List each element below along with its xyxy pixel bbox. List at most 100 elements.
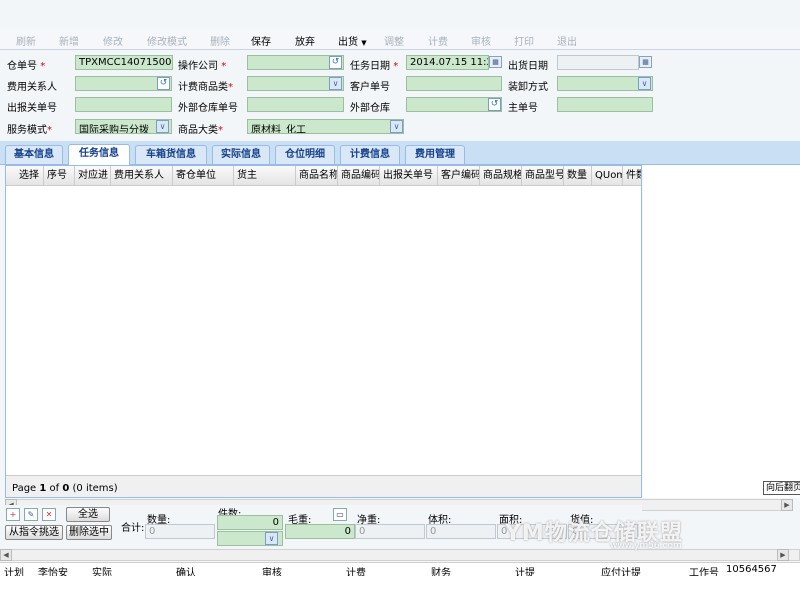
scroll-right-icon[interactable]: ▶	[781, 499, 793, 511]
ext-warehouse-label: 外部仓库	[350, 103, 390, 114]
customer-no-label: 客户单号	[350, 82, 390, 93]
weight-calc-icon[interactable]: ▭	[333, 508, 347, 521]
chevron-down-icon[interactable]: ∨	[638, 77, 651, 90]
tab-vehicle-cargo-info[interactable]: 车箱货信息	[135, 145, 207, 164]
goods-category-select[interactable]: 原材料_化工	[247, 119, 404, 134]
column-header[interactable]: 寄仓单位	[173, 166, 234, 186]
discard-button[interactable]: 放弃	[295, 33, 315, 48]
pager-of: of	[46, 483, 63, 494]
tab-actual-info[interactable]: 实际信息	[212, 145, 270, 164]
master-no-label: 主单号	[508, 103, 538, 114]
column-header[interactable]: 商品名称	[296, 166, 338, 186]
load-method-label: 装卸方式	[508, 82, 548, 93]
select-all-button[interactable]: 全选	[66, 507, 110, 522]
print-button[interactable]: 打印	[514, 33, 534, 48]
goods-category-label: 商品大类*	[178, 125, 223, 136]
column-header[interactable]: QUom	[592, 166, 623, 186]
exit-button[interactable]: 退出	[557, 33, 577, 48]
edit-button[interactable]: 修改	[103, 33, 123, 48]
ship-button[interactable]: 出货 ▼	[338, 33, 367, 48]
delete-button[interactable]: 删除	[210, 33, 230, 48]
lookup-icon[interactable]: ↺	[157, 77, 170, 90]
column-header[interactable]: 选择	[16, 166, 44, 186]
task-date-label: 任务日期 *	[350, 61, 399, 72]
service-mode-label: 服务模式*	[7, 125, 52, 136]
delete-row-icon[interactable]: ✕	[42, 508, 56, 521]
total-label: 合计:	[121, 523, 145, 534]
add-row-icon[interactable]: +	[6, 508, 20, 521]
tab-billing-info[interactable]: 计费信息	[340, 145, 400, 164]
right-pane	[643, 165, 800, 498]
column-header[interactable]: 货主	[234, 166, 296, 186]
next-page-tooltip: 向后翻页	[763, 481, 800, 495]
column-header[interactable]: 商品型号	[522, 166, 564, 186]
save-button[interactable]: 保存	[251, 33, 271, 48]
billing-button[interactable]: 计费	[428, 33, 448, 48]
customer-no-field[interactable]	[406, 76, 502, 91]
edit-row-icon[interactable]: ✎	[24, 508, 38, 521]
volume-field[interactable]: 0	[426, 524, 496, 539]
grid-header: 选择 序号 对应进 费用关系人 寄仓单位 货主 商品名称 商品编码 出报关单号 …	[6, 166, 641, 186]
chevron-down-icon[interactable]: ∨	[156, 120, 169, 133]
chevron-down-icon: ▼	[361, 39, 367, 47]
tab-location-detail[interactable]: 仓位明细	[275, 145, 335, 164]
app-frame: 刷新 新增 修改 修改模式 删除 保存 放弃 出货 ▼ 调整 计费 审核 打印 …	[0, 0, 800, 600]
tab-fee-management[interactable]: 费用管理	[405, 145, 465, 164]
task-date-field[interactable]: 2014.07.15 11:25	[406, 55, 489, 70]
scroll-right-icon[interactable]: ▶	[777, 549, 789, 561]
column-header[interactable]: 费用关系人	[111, 166, 173, 186]
ext-warehouse-no-label: 外部仓库单号	[178, 103, 238, 114]
scroll-left-icon[interactable]: ◀	[0, 549, 12, 561]
gross-weight-field[interactable]: 0	[285, 524, 355, 539]
task-grid: 选择 序号 对应进 费用关系人 寄仓单位 货主 商品名称 商品编码 出报关单号 …	[5, 165, 642, 498]
pager-items: (0 items)	[69, 483, 118, 494]
net-weight-field[interactable]: 0	[355, 524, 425, 539]
page-bottom	[0, 576, 800, 600]
fee-party-label: 费用关系人	[7, 82, 57, 93]
grid-pager: Page 1 of 0 (0 items)	[6, 475, 641, 497]
pieces-field[interactable]: 0	[217, 515, 283, 530]
worker-value: 10564567	[726, 564, 777, 575]
edit-mode-button[interactable]: 修改模式	[147, 33, 187, 48]
ship-date-field[interactable]	[557, 55, 639, 70]
column-header[interactable]: 件数	[623, 166, 641, 186]
column-header[interactable]: 商品编码	[338, 166, 380, 186]
new-button[interactable]: 新增	[59, 33, 79, 48]
export-declare-field[interactable]	[75, 97, 172, 112]
master-no-field[interactable]	[557, 97, 653, 112]
column-header[interactable]: 出报关单号	[380, 166, 438, 186]
qty-field[interactable]: 0	[145, 524, 215, 539]
export-declare-label: 出报关单号	[7, 103, 57, 114]
chevron-down-icon[interactable]: ∨	[265, 532, 278, 545]
calendar-icon[interactable]: ▦	[639, 56, 652, 68]
delete-selected-button[interactable]: 删除选中	[66, 525, 112, 540]
chevron-down-icon[interactable]: ∨	[390, 120, 403, 133]
lookup-icon[interactable]: ↺	[488, 98, 501, 111]
column-header[interactable]: 对应进	[75, 166, 111, 186]
column-header[interactable]: 商品规格	[480, 166, 522, 186]
watermark-url: www.ym56.com	[610, 541, 682, 551]
pager-prefix: Page	[12, 483, 40, 494]
adjust-button[interactable]: 调整	[384, 33, 404, 48]
tab-basic-info[interactable]: 基本信息	[5, 145, 63, 164]
status-bar: 计划 李怡安 实际 确认 审核 计费 财务 计提 应付计提 工作号 105645…	[0, 562, 800, 579]
ext-warehouse-no-field[interactable]	[247, 97, 344, 112]
ship-label: 出货	[338, 37, 358, 48]
calendar-icon[interactable]: ▦	[489, 56, 502, 68]
tab-task-info[interactable]: 任务信息	[68, 144, 130, 165]
toolbar: 刷新 新增 修改 修改模式 删除 保存 放弃 出货 ▼ 调整 计费 审核 打印 …	[0, 28, 800, 50]
chevron-down-icon[interactable]: ∨	[329, 77, 342, 90]
warehouse-no-label: 仓单号 *	[7, 61, 46, 72]
refresh-button[interactable]: 刷新	[16, 33, 36, 48]
review-button[interactable]: 审核	[471, 33, 491, 48]
tab-bar: 基本信息 任务信息 车箱货信息 实际信息 仓位明细 计费信息 费用管理	[0, 141, 800, 165]
billing-category-label: 计费商品类*	[178, 82, 233, 93]
column-header[interactable]: 序号	[44, 166, 75, 186]
column-header[interactable]: 数量	[564, 166, 592, 186]
pick-from-instruction-button[interactable]: 从指令挑选	[5, 525, 63, 540]
column-header[interactable]: 客户编码	[438, 166, 480, 186]
ship-date-label: 出货日期	[508, 61, 548, 72]
operator-company-label: 操作公司 *	[178, 61, 227, 72]
lookup-icon[interactable]: ↺	[329, 56, 342, 69]
warehouse-no-field[interactable]: TPXMCC1407150024	[75, 55, 173, 70]
